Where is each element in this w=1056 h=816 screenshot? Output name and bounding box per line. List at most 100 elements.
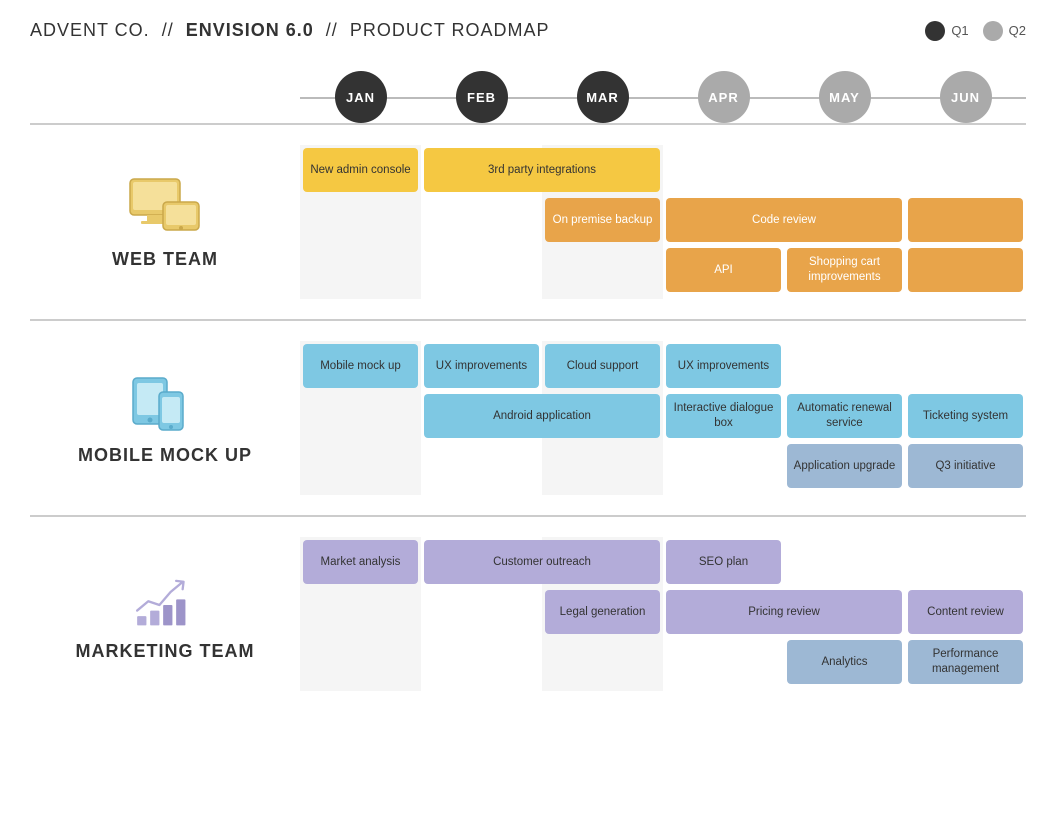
cell-mob-2-4: Interactive dialogue box	[663, 391, 784, 441]
month-circle-may: MAY	[819, 71, 871, 123]
month-apr: APR	[663, 71, 784, 123]
cell-mob-1-4: UX improvements	[663, 341, 784, 391]
card-performance-mgmt: Performance management	[908, 640, 1023, 684]
q1-dot	[925, 21, 945, 41]
legend: Q1 Q2	[925, 21, 1026, 41]
q1-label: Q1	[951, 23, 968, 38]
card-ux-improvements-2: UX improvements	[666, 344, 781, 388]
card-legal-generation: Legal generation	[545, 590, 660, 634]
month-circle-jun: JUN	[940, 71, 992, 123]
card-shopping-cart	[908, 248, 1023, 292]
web-team-label: WEB TEAM	[30, 145, 300, 299]
mobile-team-name: MOBILE MOCK UP	[78, 445, 252, 466]
page: ADVENT CO. // ENVISION 6.0 // PRODUCT RO…	[0, 0, 1056, 816]
page-title: ADVENT CO. // ENVISION 6.0 // PRODUCT RO…	[30, 20, 550, 41]
cell-web-2-3: On premise backup	[542, 195, 663, 245]
cell-mob-1-3: Cloud support	[542, 341, 663, 391]
cell-mob-3-6: Q3 initiative	[905, 441, 1026, 491]
card-market-analysis: Market analysis	[303, 540, 418, 584]
card-android-app: Android application	[424, 394, 660, 438]
card-analytics: Analytics	[787, 640, 902, 684]
cell-mob-2-5: Automatic renewal service	[784, 391, 905, 441]
month-mar: MAR	[542, 71, 663, 123]
cell-mkt-3-empty3	[542, 637, 663, 687]
cell-mob-3-empty4	[663, 441, 784, 491]
cell-mob-1-empty6	[905, 341, 1026, 391]
cell-web-3-5: Shopping cart improvements	[784, 245, 905, 295]
cell-web-1-empty3	[905, 145, 1026, 195]
cell-mob-2-empty1	[300, 391, 421, 441]
cell-mob-1-1: Mobile mock up	[300, 341, 421, 391]
card-q3-initiative: Q3 initiative	[908, 444, 1023, 488]
mobile-team-label: MOBILE MOCK UP	[30, 341, 300, 495]
cell-mob-1-empty5	[784, 341, 905, 391]
cell-mkt-3-empty2	[421, 637, 542, 687]
cell-web-3-empty2	[421, 245, 542, 295]
card-auto-renewal: Automatic renewal service	[787, 394, 902, 438]
month-jun: JUN	[905, 71, 1026, 123]
cell-web-3-empty1	[300, 245, 421, 295]
cell-mkt-3-empty4	[663, 637, 784, 687]
cell-web-1-empty2	[784, 145, 905, 195]
card-security: On premise backup	[545, 198, 660, 242]
card-on-premise: Code review	[666, 198, 902, 242]
cell-mkt-2-6: Content review	[905, 587, 1026, 637]
cell-mob-3-empty1	[300, 441, 421, 491]
header: ADVENT CO. // ENVISION 6.0 // PRODUCT RO…	[30, 20, 1026, 41]
web-team-name: WEB TEAM	[112, 249, 218, 270]
month-circle-feb: FEB	[456, 71, 508, 123]
mobile-team-section: MOBILE MOCK UP Mobile mock up UX improve…	[30, 319, 1026, 515]
legend-q2: Q2	[983, 21, 1026, 41]
card-api: Shopping cart improvements	[787, 248, 902, 292]
web-team-tasks: New admin console 3rd party integrations	[300, 145, 1026, 299]
cell-web-1-empty1	[663, 145, 784, 195]
card-customer-outreach: Customer outreach	[424, 540, 660, 584]
card-3rd-party: 3rd party integrations	[424, 148, 660, 192]
card-code-review	[908, 198, 1023, 242]
company-name: ADVENT CO.	[30, 20, 150, 40]
web-icon	[125, 174, 205, 239]
cell-mkt-1-4: SEO plan	[663, 537, 784, 587]
mobile-team-tasks: Mobile mock up UX improvements Cloud sup…	[300, 341, 1026, 495]
q2-label: Q2	[1009, 23, 1026, 38]
marketing-team-section: MARKETING TEAM Market analysis Customer …	[30, 515, 1026, 711]
cell-web-1-2: 3rd party integrations	[421, 145, 663, 195]
timeline-container: JAN FEB MAR APR	[30, 71, 1026, 711]
cell-mkt-3-6: Performance management	[905, 637, 1026, 687]
month-circle-jan: JAN	[335, 71, 387, 123]
month-feb: FEB	[421, 71, 542, 123]
month-circle-mar: MAR	[577, 71, 629, 123]
card-mobile-mockup: Mobile mock up	[303, 344, 418, 388]
cell-web-3-4: API	[663, 245, 784, 295]
month-jan: JAN	[300, 71, 421, 123]
month-may: MAY	[784, 71, 905, 123]
cell-mkt-1-1: Market analysis	[300, 537, 421, 587]
separator1: //	[162, 20, 174, 40]
cell-mkt-2-empty1	[300, 587, 421, 637]
cell-mkt-2-empty2	[421, 587, 542, 637]
card-cloud-support: Cloud support	[545, 344, 660, 388]
cell-web-2-6	[905, 195, 1026, 245]
cell-web-2-empty1	[300, 195, 421, 245]
marketing-team-name: MARKETING TEAM	[76, 641, 255, 662]
cell-mkt-2-45: Pricing review	[663, 587, 905, 637]
marketing-team-tasks: Market analysis Customer outreach SEO pl…	[300, 537, 1026, 691]
cell-web-3-6	[905, 245, 1026, 295]
cell-mkt-2-3: Legal generation	[542, 587, 663, 637]
cell-mob-2-6: Ticketing system	[905, 391, 1026, 441]
cell-mob-2-23: Android application	[421, 391, 663, 441]
card-interactive-dialogue: Interactive dialogue box	[666, 394, 781, 438]
subtitle: PRODUCT ROADMAP	[350, 20, 550, 40]
cell-web-2-45: Code review	[663, 195, 905, 245]
card-ticketing-system: Ticketing system	[908, 394, 1023, 438]
card-ux-improvements-1: UX improvements	[424, 344, 539, 388]
web-team-section: WEB TEAM New admin console 3rd pa	[30, 123, 1026, 319]
cell-mob-3-empty3	[542, 441, 663, 491]
card-app-upgrade: Application upgrade	[787, 444, 902, 488]
cell-web-3-empty3	[542, 245, 663, 295]
cell-web-2-empty2	[421, 195, 542, 245]
month-circle-apr: APR	[698, 71, 750, 123]
card-self-service: API	[666, 248, 781, 292]
cell-mob-1-2: UX improvements	[421, 341, 542, 391]
legend-q1: Q1	[925, 21, 968, 41]
